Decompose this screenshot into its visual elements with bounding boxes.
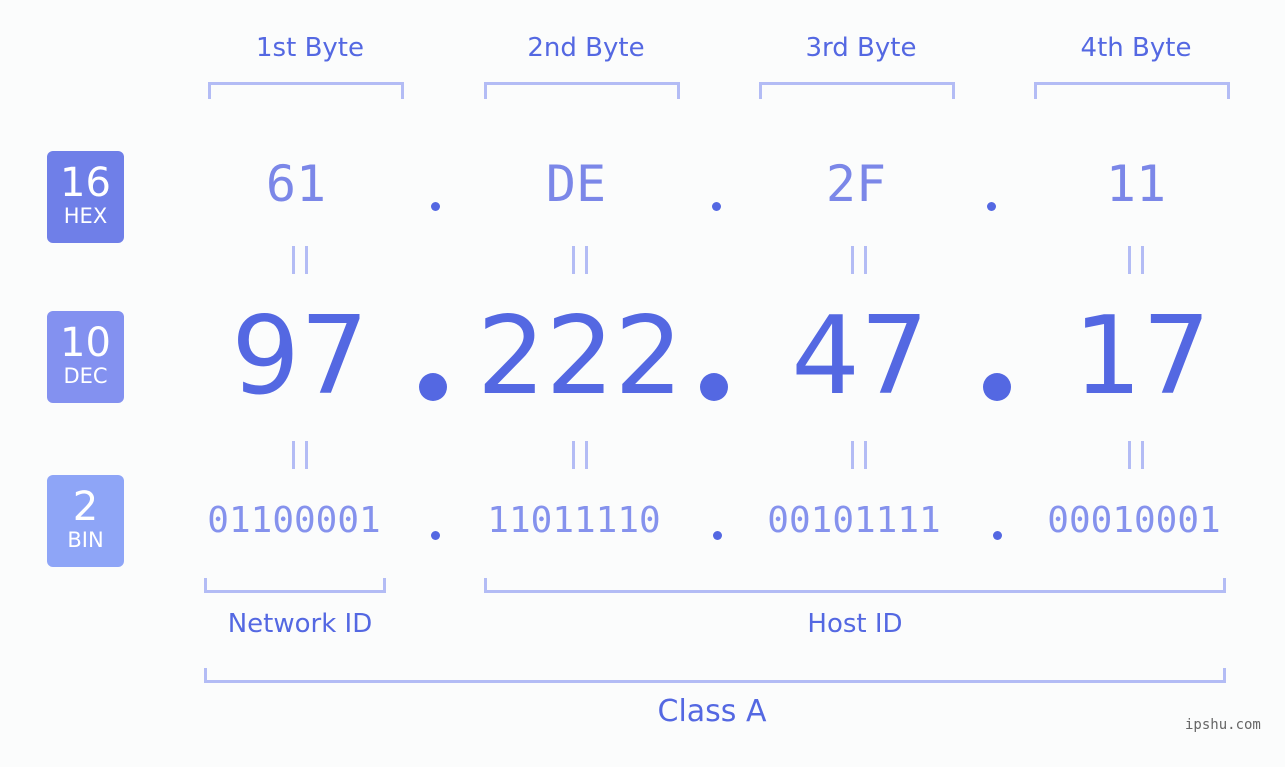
dec-badge-base: 10 bbox=[60, 320, 111, 366]
byte-bracket-2 bbox=[484, 82, 680, 99]
hex-badge-base: 16 bbox=[60, 160, 111, 206]
bin-badge: 2 BIN bbox=[47, 475, 124, 567]
hex-separator-dot-2 bbox=[712, 202, 721, 211]
dec-byte-3: 47 bbox=[791, 294, 929, 419]
equals-icon bbox=[1128, 441, 1144, 469]
equals-icon bbox=[572, 246, 588, 274]
bin-badge-label: BIN bbox=[67, 528, 104, 552]
bin-separator-dot-2 bbox=[713, 531, 722, 540]
class-label: Class A bbox=[657, 694, 767, 729]
byte-header-1: 1st Byte bbox=[256, 33, 364, 63]
equals-icon bbox=[851, 246, 867, 274]
equals-icon bbox=[1128, 246, 1144, 274]
bin-separator-dot-3 bbox=[993, 531, 1002, 540]
watermark: ipshu.com bbox=[1185, 717, 1261, 733]
equals-icon bbox=[292, 441, 308, 469]
equals-icon bbox=[851, 441, 867, 469]
dec-separator-dot-2 bbox=[700, 373, 728, 401]
byte-header-4: 4th Byte bbox=[1080, 33, 1192, 63]
network-id-bracket bbox=[204, 578, 386, 593]
bin-byte-1: 01100001 bbox=[207, 500, 381, 541]
byte-header-2: 2nd Byte bbox=[527, 33, 645, 63]
bin-byte-3: 00101111 bbox=[767, 500, 941, 541]
class-bracket bbox=[204, 668, 1226, 683]
bin-byte-2: 11011110 bbox=[487, 500, 661, 541]
hex-badge: 16 HEX bbox=[47, 151, 124, 243]
dec-separator-dot-1 bbox=[419, 373, 447, 401]
dec-byte-1: 97 bbox=[231, 294, 369, 419]
hex-separator-dot-3 bbox=[987, 202, 996, 211]
byte-bracket-3 bbox=[759, 82, 955, 99]
dec-badge-label: DEC bbox=[63, 364, 108, 388]
dec-separator-dot-3 bbox=[983, 373, 1011, 401]
dec-byte-2: 222 bbox=[476, 294, 684, 419]
bin-separator-dot-1 bbox=[431, 531, 440, 540]
byte-bracket-4 bbox=[1034, 82, 1230, 99]
host-id-bracket bbox=[484, 578, 1226, 593]
bin-badge-base: 2 bbox=[72, 484, 99, 530]
dec-byte-4: 17 bbox=[1073, 294, 1211, 419]
byte-bracket-1 bbox=[208, 82, 404, 99]
hex-badge-label: HEX bbox=[63, 204, 108, 228]
network-id-label: Network ID bbox=[227, 609, 373, 639]
equals-icon bbox=[292, 246, 308, 274]
hex-byte-4: 11 bbox=[1105, 155, 1167, 213]
hex-byte-1: 61 bbox=[265, 155, 327, 213]
hex-byte-2: DE bbox=[545, 155, 607, 213]
hex-byte-3: 2F bbox=[825, 155, 887, 213]
bin-byte-4: 00010001 bbox=[1047, 500, 1221, 541]
hex-separator-dot-1 bbox=[431, 202, 440, 211]
host-id-label: Host ID bbox=[807, 609, 903, 639]
equals-icon bbox=[572, 441, 588, 469]
byte-header-3: 3rd Byte bbox=[805, 33, 917, 63]
dec-badge: 10 DEC bbox=[47, 311, 124, 403]
